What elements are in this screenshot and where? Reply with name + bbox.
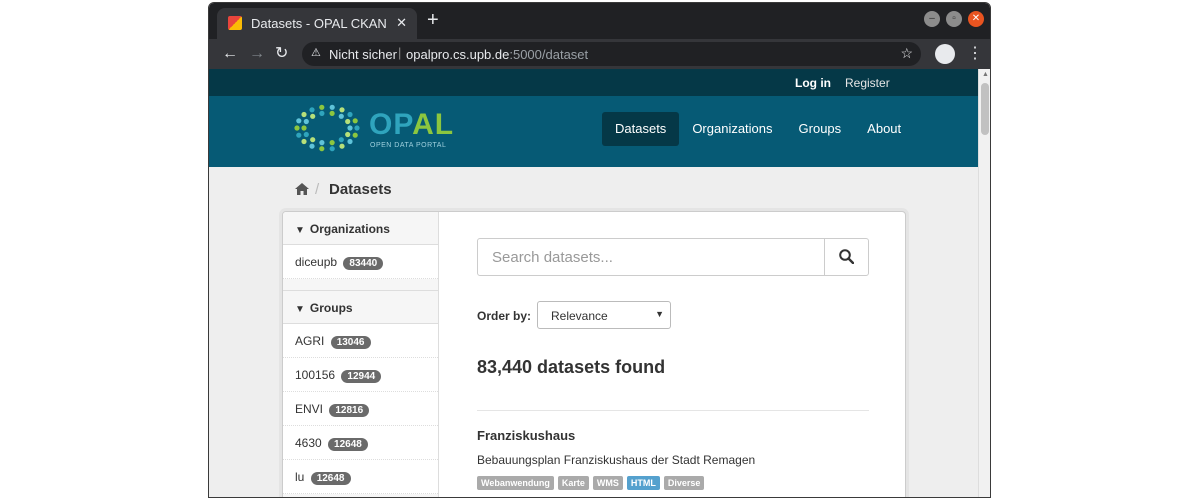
home-icon[interactable] — [295, 182, 309, 198]
facet-item-label: AGRI — [295, 334, 325, 348]
facet-item-lu[interactable]: lu 12648 — [283, 460, 438, 494]
page-viewport: Log in Register OPAL OPEN DATA PORTAL Da… — [209, 69, 978, 497]
browser-toolbar: ← → ↻ ⚠ Nicht sicher | opalpro.cs.upb.de… — [209, 39, 990, 69]
warning-icon: ⚠ — [311, 47, 321, 59]
logo-tagline: OPEN DATA PORTAL — [370, 142, 447, 149]
page-scrollbar[interactable]: ▲ — [978, 69, 990, 497]
scroll-up-icon[interactable]: ▲ — [982, 71, 989, 78]
format-tag-html[interactable]: HTML — [626, 476, 660, 490]
facet-title-groups-label: Groups — [309, 301, 353, 315]
logo-hexagon-icon — [293, 104, 361, 152]
site-logo[interactable]: OPAL OPEN DATA PORTAL — [293, 104, 453, 154]
login-link[interactable]: Log in — [795, 76, 831, 90]
logo-brand-al: AL — [412, 108, 455, 141]
profile-avatar[interactable] — [935, 44, 955, 64]
facet-item-envi[interactable]: ENVI 12816 — [283, 392, 438, 426]
search-form: Search datasets... — [477, 238, 869, 276]
content-panel: ▼ Organizations diceupb 83440 ▼ Groups AGR… — [282, 211, 906, 497]
browser-menu-icon[interactable]: ⋮ — [967, 43, 983, 63]
facet-item-diceupb[interactable]: diceupb 83440 — [283, 245, 438, 279]
breadcrumb-current[interactable]: Datasets — [329, 181, 392, 198]
main-nav: Datasets Organizations Groups About — [602, 112, 914, 146]
back-icon[interactable]: ← — [222, 44, 238, 64]
logo-wordmark: OPAL — [369, 108, 454, 142]
facet-item-label: diceupb — [295, 255, 338, 269]
nav-about[interactable]: About — [854, 112, 914, 146]
facet-item-label: 4630 — [295, 436, 322, 450]
facet-item-4630[interactable]: 4630 12648 — [283, 426, 438, 460]
browser-tab[interactable]: Datasets - OPAL CKAN ✕ — [217, 8, 417, 39]
favicon-icon — [228, 16, 242, 30]
register-link[interactable]: Register — [845, 76, 890, 90]
new-tab-button[interactable]: + — [427, 10, 439, 30]
order-by-select[interactable]: Relevance ▼ — [537, 301, 671, 329]
facet-item-label: 100156 — [295, 368, 336, 382]
format-tag-karte[interactable]: Karte — [557, 476, 589, 490]
search-button[interactable] — [824, 239, 868, 275]
insecure-label: Nicht sicher — [329, 47, 397, 62]
scrollbar-thumb[interactable] — [981, 83, 989, 135]
format-tag-diverse[interactable]: Diverse — [663, 476, 705, 490]
facet-count-badge: 12648 — [328, 438, 368, 451]
results-divider — [477, 410, 869, 411]
nav-organizations[interactable]: Organizations — [679, 112, 785, 146]
reload-icon[interactable]: ↻ — [275, 44, 288, 64]
format-tag-wms[interactable]: WMS — [592, 476, 623, 490]
facet-spacer — [283, 279, 438, 291]
search-input[interactable]: Search datasets... — [492, 249, 613, 266]
masthead: OPAL OPEN DATA PORTAL Datasets Organizat… — [209, 96, 978, 167]
browser-window: Datasets - OPAL CKAN ✕ + – ▫ ✕ ← → ↻ ⚠ N… — [208, 2, 991, 498]
nav-groups[interactable]: Groups — [786, 112, 855, 146]
tab-close-icon[interactable]: ✕ — [396, 15, 407, 31]
chevron-down-icon: ▼ — [655, 309, 664, 319]
facet-item-label: ENVI — [295, 402, 324, 416]
filter-icon: ▼ — [295, 225, 305, 236]
tab-title: Datasets - OPAL CKAN — [251, 16, 387, 31]
maximize-button[interactable]: ▫ — [946, 11, 962, 27]
order-by: Order by: Relevance ▼ — [477, 301, 869, 331]
tab-strip: Datasets - OPAL CKAN ✕ + – ▫ ✕ — [209, 3, 990, 39]
forward-icon[interactable]: → — [249, 44, 265, 64]
facet-count-badge: 12944 — [341, 370, 382, 383]
facet-sidebar: ▼ Organizations diceupb 83440 ▼ Groups AGR… — [283, 212, 439, 497]
facet-count-badge: 13046 — [330, 336, 371, 349]
format-tag-webanwendung[interactable]: Webanwendung — [477, 476, 554, 490]
bookmark-star-icon[interactable]: ☆ — [900, 45, 913, 62]
order-by-label: Order by: — [477, 309, 532, 323]
filter-icon: ▼ — [295, 304, 305, 315]
dataset-formats: Webanwendung Karte WMS HTML Diverse — [477, 476, 705, 490]
facet-count-badge: 12816 — [329, 404, 370, 417]
url-path: :5000/dataset — [509, 47, 589, 62]
nav-datasets[interactable]: Datasets — [602, 112, 680, 146]
url-text: opalpro.cs.upb.de:5000/dataset — [406, 47, 588, 62]
facet-item-label: lu — [295, 470, 305, 484]
logo-brand-op: OP — [369, 108, 413, 141]
window-controls: – ▫ ✕ — [924, 11, 984, 27]
minimize-button[interactable]: – — [924, 11, 940, 27]
facet-title-organizations-label: Organizations — [309, 222, 390, 236]
search-icon — [839, 249, 855, 265]
facet-title-organizations: ▼ Organizations — [283, 212, 438, 245]
window-close-button[interactable]: ✕ — [968, 11, 984, 27]
dataset-title-link[interactable]: Franziskushaus — [477, 428, 575, 443]
address-separator: | — [398, 45, 402, 60]
results-count: 83,440 datasets found — [477, 357, 666, 377]
order-by-value: Relevance — [551, 309, 608, 323]
facet-count-badge: 83440 — [343, 257, 384, 270]
facet-item-100156[interactable]: 100156 12944 — [283, 358, 438, 392]
facet-item-agri[interactable]: AGRI 13046 — [283, 324, 438, 358]
facet-count-badge: 12648 — [310, 472, 351, 485]
account-bar: Log in Register — [209, 69, 978, 96]
address-bar[interactable]: ⚠ Nicht sicher | opalpro.cs.upb.de:5000/… — [302, 42, 921, 66]
search-results: Search datasets... Order by: Relevance ▼… — [477, 212, 869, 497]
dataset-description: Bebauungsplan Franziskushaus der Stadt R… — [477, 453, 756, 467]
url-host: opalpro.cs.upb.de — [406, 47, 510, 62]
facet-title-groups: ▼ Groups — [283, 291, 438, 324]
breadcrumb-separator: / — [315, 181, 320, 198]
